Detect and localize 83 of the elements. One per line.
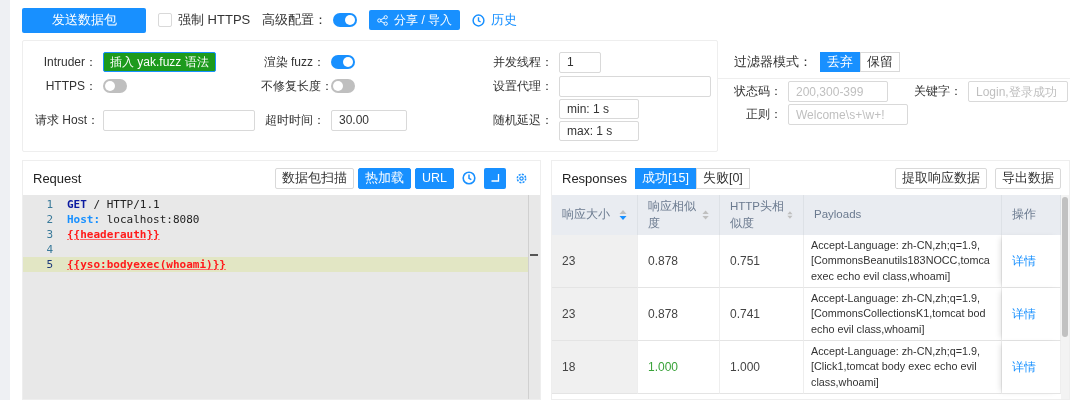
panel-title: Responses: [562, 170, 628, 186]
checkbox[interactable]: [158, 13, 172, 27]
field-label: 超时时间：: [264, 111, 325, 129]
details-link[interactable]: 详情: [1012, 252, 1036, 270]
sort-icon[interactable]: [619, 209, 627, 221]
sort-icon[interactable]: [787, 209, 793, 221]
field-label: 并发线程：: [492, 53, 553, 71]
line-number: 5: [45, 258, 54, 271]
payload-text: Accept-Language: zh-CN,zh;q=1.9, [Click1,tomcat body exec echo evil class,whoami]: [811, 344, 980, 390]
scrollbar-thumb[interactable]: [1062, 197, 1068, 337]
line-number: 3: [45, 228, 54, 241]
filter-mode-label: 过滤器模式：: [734, 53, 812, 71]
advanced-label: 高级配置：: [262, 11, 328, 29]
table-cell: 18: [552, 341, 638, 394]
insert-syntax-button[interactable]: 插入 yak.fuzz 语法: [103, 52, 216, 72]
field-label: 正则：: [745, 106, 782, 123]
filter-mode-option[interactable]: 丢弃: [820, 52, 860, 72]
toolbar-button[interactable]: 导出数据: [995, 167, 1061, 189]
column-header[interactable]: HTTP头相似度: [720, 195, 804, 235]
code-line: {{yso:bodyexec(whoami)}}: [67, 258, 226, 271]
line-wrap-button[interactable]: [484, 167, 506, 189]
field-label: 请求 Host：: [35, 111, 97, 129]
input-field[interactable]: 200,300-399: [788, 81, 888, 102]
code-line: Host: localhost:8080: [67, 213, 200, 226]
history-icon: [462, 171, 476, 185]
panel-title: Request: [33, 170, 82, 186]
field-label: 渲染 fuzz：: [262, 53, 325, 71]
toolbar-button[interactable]: URL: [415, 167, 454, 189]
send-button[interactable]: 发送数据包: [22, 7, 146, 33]
similarity-value: 0.878: [648, 254, 679, 268]
column-header[interactable]: 操作: [1002, 195, 1061, 235]
settings-icon: [514, 171, 528, 185]
filter-mode-option[interactable]: 保留: [860, 52, 900, 72]
line-number: 4: [45, 243, 54, 256]
toolbar-button[interactable]: 数据包扫描: [275, 167, 354, 189]
table-cell: 23: [552, 288, 638, 341]
field-label: Intruder：: [42, 53, 97, 71]
column-header[interactable]: 响应相似度: [638, 195, 720, 235]
field-label: 状态码：: [734, 83, 782, 100]
sort-icon[interactable]: [701, 209, 709, 221]
field-label: 关键字：: [914, 83, 962, 100]
history-icon: [472, 13, 486, 27]
checkbox-label: 强制 HTTPS: [178, 11, 251, 29]
code-editor[interactable]: 1 GET / HTTP/1.1 2 Host: localhost:8080 3 {{headerauth}} 4 5 {{yso:bodyexec(whoami)}}: [23, 195, 540, 399]
code-line: GET / HTTP/1.1: [67, 198, 160, 211]
input-field[interactable]: Login,登录成功: [968, 81, 1068, 102]
field-label: HTTPS：: [44, 77, 97, 95]
input-field[interactable]: 1: [559, 51, 601, 73]
toolbar-button[interactable]: 提取响应数据: [895, 167, 987, 189]
column-header[interactable]: 响应大小: [552, 195, 638, 235]
input-field[interactable]: 30.00: [331, 109, 407, 131]
input-field[interactable]: max: 1 s: [559, 121, 639, 141]
toggle-switch[interactable]: [333, 13, 358, 27]
details-link[interactable]: 详情: [1012, 358, 1036, 376]
code-line: {{headerauth}}: [67, 228, 160, 241]
similarity-value: 0.878: [648, 307, 679, 321]
similarity-value: 1.000: [648, 360, 679, 374]
line-number: 2: [45, 213, 54, 226]
table-cell: 0.751: [720, 235, 804, 288]
details-link[interactable]: 详情: [1012, 305, 1036, 323]
table-cell: 23: [552, 235, 638, 288]
toggle-switch[interactable]: [103, 79, 127, 93]
payload-text: Accept-Language: zh-CN,zh;q=1.9, [CommonsCollectionsK1,tomcat bod echo evil class,whoami]: [811, 291, 986, 337]
input-field[interactable]: Welcome\s+\w+!: [788, 104, 908, 125]
share-button[interactable]: 分享 / 导入: [369, 10, 461, 30]
table-cell: 0.741: [720, 288, 804, 341]
line-number: 1: [45, 198, 54, 211]
toggle-switch[interactable]: [331, 55, 355, 69]
toggle-switch[interactable]: [331, 79, 355, 93]
share-icon: [377, 14, 389, 26]
result-tab[interactable]: 成功[15]: [635, 167, 696, 189]
enter-icon: [490, 173, 500, 183]
input-field[interactable]: [103, 109, 255, 131]
input-field[interactable]: min: 1 s: [559, 99, 639, 119]
input-field[interactable]: [559, 75, 711, 97]
result-tab[interactable]: 失败[0]: [695, 167, 750, 189]
toolbar-button[interactable]: 热加载: [358, 167, 411, 189]
field-label: 设置代理：: [492, 77, 553, 95]
field-label: 随机延迟：: [492, 111, 553, 129]
table-cell: 1.000: [720, 341, 804, 394]
payload-text: Accept-Language: zh-CN,zh;q=1.9, [CommonsBeanutils183NOCC,tomca exec echo evil class,whoami]: [811, 238, 990, 284]
history-link[interactable]: 历史: [472, 11, 518, 29]
column-header[interactable]: Payloads: [804, 195, 1002, 235]
